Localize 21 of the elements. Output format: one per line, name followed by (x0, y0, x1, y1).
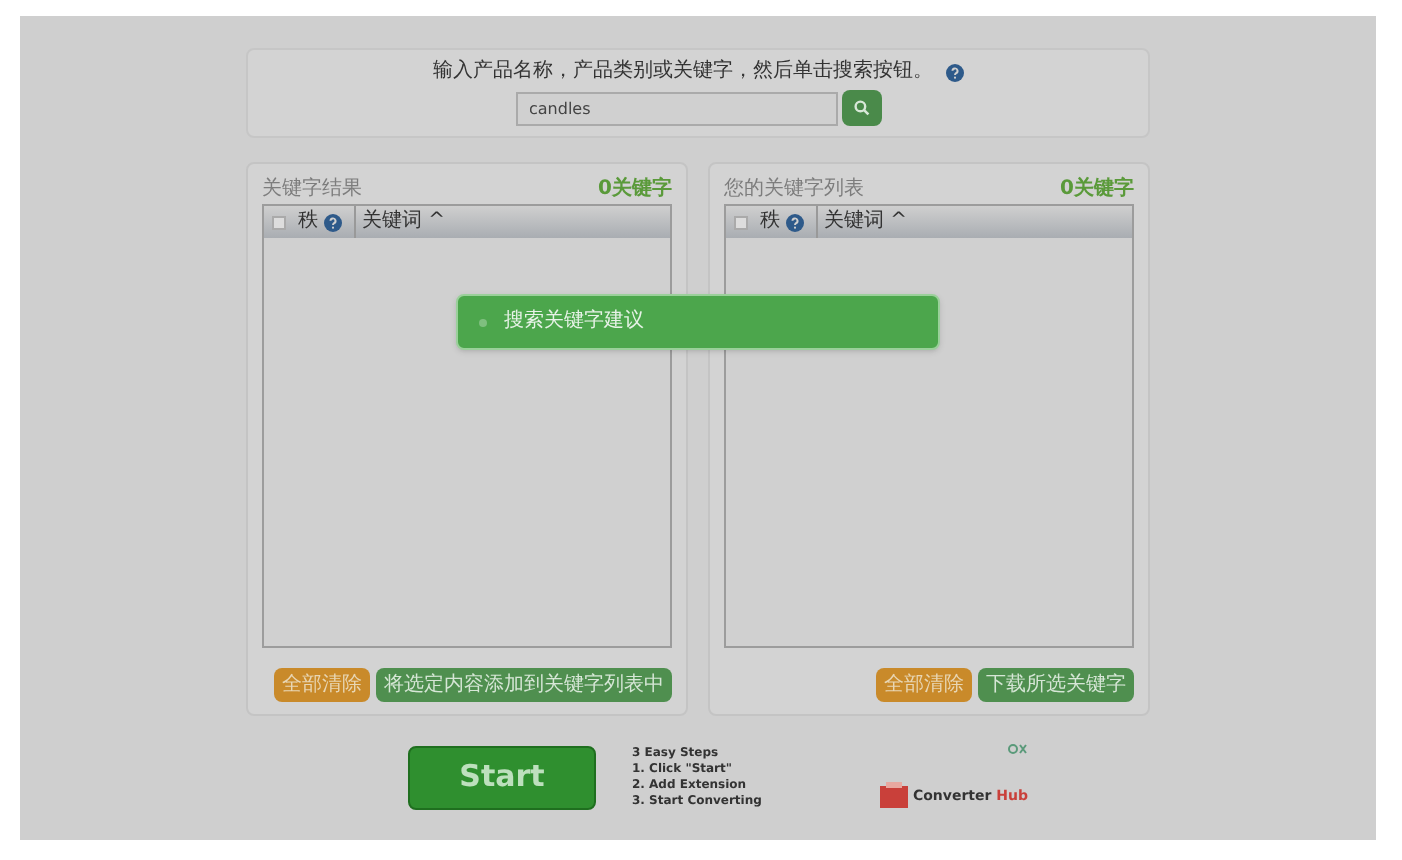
keyword-count: 0关键字 (598, 180, 672, 200)
search-icon (853, 100, 869, 116)
help-icon (945, 63, 963, 81)
panel-title: 关键字结果 (262, 180, 362, 200)
search-button[interactable] (841, 90, 881, 126)
help-icon (324, 213, 342, 231)
search-field[interactable]: candles (515, 91, 837, 125)
column-header[interactable]: 关键词 ^ (824, 212, 908, 232)
select-all-checkbox[interactable] (271, 215, 285, 229)
panel-title: 您的关键字列表 (724, 180, 864, 200)
select-all-checkbox[interactable] (733, 215, 747, 229)
dialog-message: 搜索关键字建议 (504, 312, 644, 332)
logo-icon (880, 782, 909, 810)
column-header[interactable]: 秩 (298, 212, 318, 232)
keyword-count: 0关键字 (1060, 180, 1134, 200)
column-header[interactable]: 关键词 ^ (362, 212, 446, 232)
spinner-icon (478, 317, 488, 327)
ad-choices-icon (1008, 744, 1028, 754)
help-icon (786, 213, 804, 231)
search-prompt: 输入产品名称，产品类别或关键字，然后单击搜索按钮。 (433, 62, 933, 82)
column-header[interactable]: 秩 (760, 212, 780, 232)
